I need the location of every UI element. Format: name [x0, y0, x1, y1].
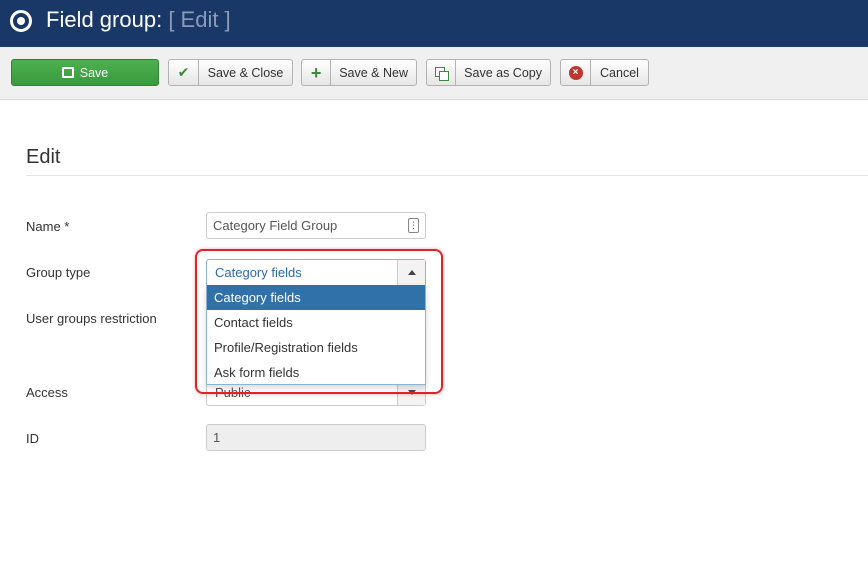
toolbar: Save ✔ Save & Close + Save & New Save as… — [0, 47, 868, 100]
access-label: Access — [26, 385, 68, 400]
name-field[interactable]: Category Field Group ⋮ — [206, 212, 426, 239]
chevron-up-icon — [397, 260, 425, 285]
id-label: ID — [26, 431, 39, 446]
cancel-icon: × — [561, 60, 591, 85]
page-title: Field group: [ Edit ] — [46, 7, 231, 33]
save-copy-button[interactable]: Save as Copy — [426, 59, 551, 86]
group-type-label: Group type — [26, 265, 91, 280]
save-close-button[interactable]: ✔ Save & Close — [168, 59, 293, 86]
group-type-option[interactable]: Profile/Registration fields — [207, 335, 425, 360]
group-type-select-value: Category fields — [215, 265, 302, 280]
cancel-button[interactable]: × Cancel — [560, 59, 649, 86]
save-close-label: Save & Close — [207, 65, 284, 80]
group-type-dropdown: Category fields Contact fields Profile/R… — [206, 285, 426, 385]
target-icon — [10, 10, 32, 32]
form-legend: Edit — [26, 146, 61, 168]
access-select-value: Public — [215, 385, 251, 400]
legend-divider — [26, 175, 868, 176]
save-copy-label: Save as Copy — [464, 65, 542, 80]
page-title-main: Field group: — [46, 7, 163, 32]
cancel-label: Cancel — [600, 65, 639, 80]
save-button-label: Save — [79, 65, 109, 80]
save-button[interactable]: Save — [11, 59, 159, 86]
page-header: Field group: [ Edit ] — [0, 0, 868, 47]
page-title-sub: [ Edit ] — [168, 7, 231, 32]
user-groups-label: User groups restriction — [26, 311, 157, 326]
plus-icon: + — [302, 60, 332, 85]
group-type-option[interactable]: Category fields — [207, 285, 425, 310]
save-new-label: Save & New — [339, 65, 408, 80]
name-label: Name * — [26, 219, 70, 234]
group-type-option[interactable]: Contact fields — [207, 310, 425, 335]
save-new-button[interactable]: + Save & New — [301, 59, 417, 86]
group-type-option[interactable]: Ask form fields — [207, 360, 425, 385]
id-field[interactable]: 1 — [206, 424, 426, 451]
name-field-value: Category Field Group — [213, 218, 338, 233]
edit-icon — [61, 67, 74, 78]
copy-icon — [427, 60, 457, 85]
check-icon: ✔ — [169, 60, 199, 85]
group-type-select[interactable]: Category fields — [206, 259, 426, 286]
keyboard-icon: ⋮ — [408, 218, 419, 233]
id-field-value: 1 — [213, 430, 221, 445]
